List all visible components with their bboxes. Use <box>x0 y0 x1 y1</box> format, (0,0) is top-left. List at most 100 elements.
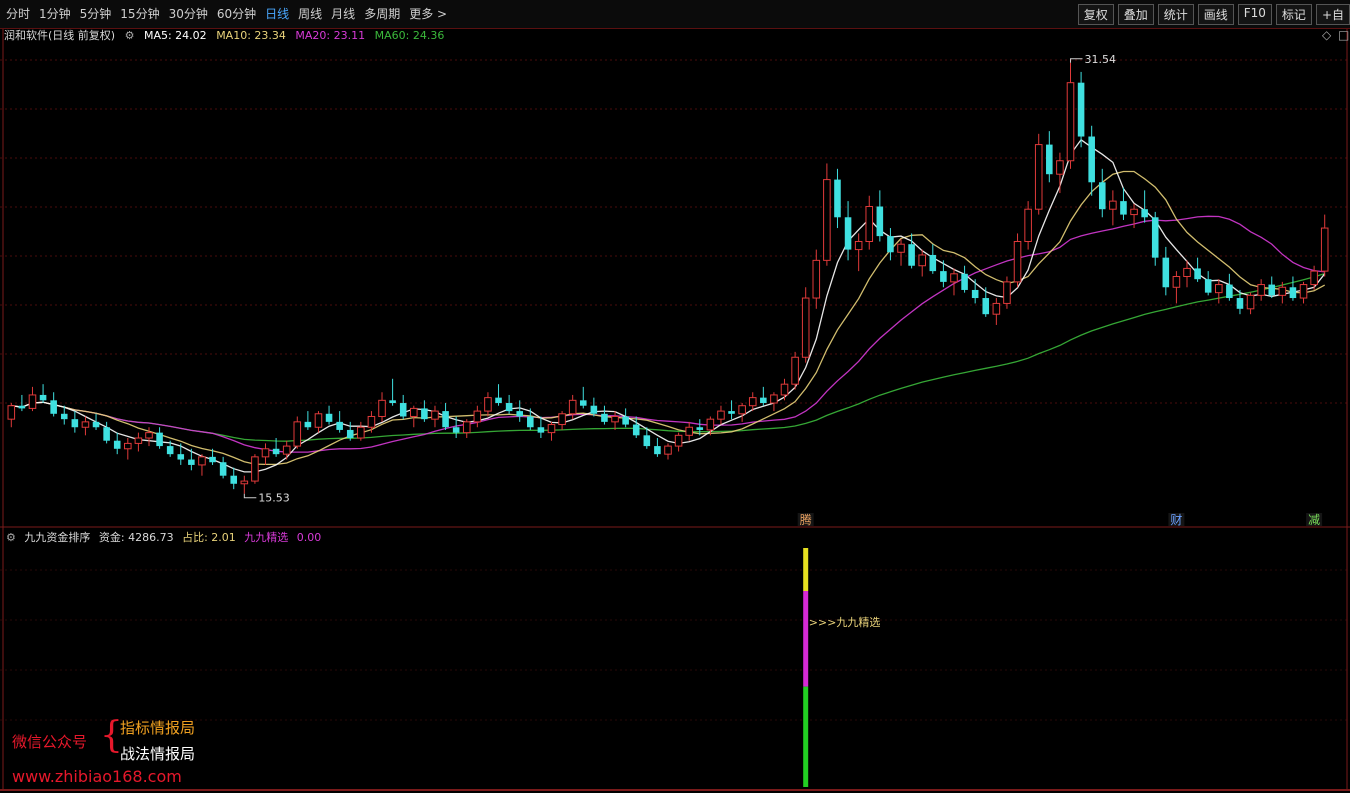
candle-body <box>39 394 47 401</box>
candle-body <box>357 426 365 439</box>
candle-body <box>547 424 556 434</box>
candle-body <box>801 297 810 358</box>
candle-body <box>854 241 863 251</box>
candle-body <box>442 411 449 428</box>
period-tab-6[interactable]: 日线 <box>265 5 289 22</box>
signal-label: >>>九九精选 <box>809 616 881 629</box>
candle <box>801 287 810 363</box>
candle-body <box>876 206 884 237</box>
candle-body <box>1013 241 1022 283</box>
candle-body <box>961 273 968 290</box>
period-tab-10[interactable]: 更多 > <box>409 5 447 22</box>
candle-body <box>431 410 439 420</box>
candle-body <box>60 413 68 420</box>
indicator-name[interactable]: 九九资金排序 <box>24 531 90 544</box>
toolbar-button-1[interactable]: 叠加 <box>1117 4 1154 25</box>
period-tab-8[interactable]: 月线 <box>331 5 355 22</box>
candle-body <box>261 448 270 458</box>
chart-grid <box>0 28 1350 793</box>
period-tab-2[interactable]: 5分钟 <box>80 5 112 22</box>
candle-body <box>992 302 1001 315</box>
chart-canvas[interactable]: 31.54 15.53 腾 财 减 >>>九九精选 <box>0 0 1350 793</box>
watermark-line1: 指标情报局 <box>120 719 196 737</box>
candle <box>1034 133 1043 215</box>
candle-body <box>1034 144 1043 210</box>
candle-body <box>918 254 926 267</box>
candle-body <box>1046 144 1053 175</box>
period-tab-4[interactable]: 30分钟 <box>169 5 208 22</box>
candle-body <box>696 427 704 430</box>
watermark-line2: 战法情报局 <box>120 745 196 763</box>
candle <box>1151 211 1159 266</box>
candle-body <box>484 397 492 412</box>
pick-label: 九九精选 <box>244 531 289 544</box>
candle-body <box>505 403 513 412</box>
candle-body <box>1098 182 1106 210</box>
candle-body <box>1056 160 1064 175</box>
candle-body <box>452 427 460 433</box>
toolbar-button-4[interactable]: F10 <box>1237 4 1272 25</box>
candle-body <box>314 413 323 428</box>
ratio-value: 占比: 2.01 <box>182 531 236 544</box>
toolbar-button-5[interactable]: 标记 <box>1275 4 1312 25</box>
candle-body <box>748 397 757 407</box>
candle-body <box>230 475 238 484</box>
candle-body <box>28 394 37 409</box>
candle-body <box>304 421 312 428</box>
candle-body <box>706 418 715 431</box>
stock-title[interactable]: 润和软件(日线 前复权) <box>4 29 115 42</box>
window-icon[interactable]: □ <box>1338 28 1349 42</box>
candle-body <box>325 413 333 422</box>
candle-body <box>272 448 280 455</box>
candle-body <box>166 446 174 455</box>
candle-body <box>1268 284 1276 296</box>
candle-body <box>156 432 163 447</box>
period-tab-7[interactable]: 周线 <box>298 5 322 22</box>
ma5-value: MA5: 24.02 <box>143 29 207 42</box>
period-tab-0[interactable]: 分时 <box>6 5 30 22</box>
candle-body <box>1130 208 1138 216</box>
candle-body <box>1194 268 1201 280</box>
candle-body <box>664 445 672 455</box>
candle-body <box>7 405 16 420</box>
candle-body <box>516 411 523 417</box>
candle-body <box>908 244 915 266</box>
settings-icon[interactable]: ⚙ <box>6 531 16 544</box>
candle-body <box>1183 267 1191 277</box>
candle-body <box>145 432 153 439</box>
candle-body <box>632 424 640 436</box>
period-tab-9[interactable]: 多周期 <box>364 5 400 22</box>
candle-body <box>558 413 566 426</box>
ma60-value: MA60: 24.36 <box>374 29 445 42</box>
high-label: 31.54 <box>1084 53 1116 66</box>
toolbar-button-6[interactable]: +自 <box>1315 4 1350 25</box>
candle-body <box>770 394 778 404</box>
toolbar-button-0[interactable]: 复权 <box>1077 4 1114 25</box>
candle-body <box>177 454 185 460</box>
candle-body <box>738 405 746 415</box>
candle-body <box>399 403 407 417</box>
toolbar-button-3[interactable]: 画线 <box>1197 4 1234 25</box>
toolbar-buttons: 复权 叠加 统计 画线 F10 标记 +自 <box>1074 4 1350 25</box>
candle-body <box>780 383 789 396</box>
candle-body <box>1215 284 1223 294</box>
candle-body <box>971 289 979 299</box>
candle-body <box>1066 82 1075 162</box>
candle-body <box>568 399 577 415</box>
event-marker-2: 减 <box>1308 513 1320 527</box>
candle-body <box>1172 276 1181 288</box>
period-tab-3[interactable]: 15分钟 <box>120 5 159 22</box>
toolbar-button-2[interactable]: 统计 <box>1157 4 1194 25</box>
settings-icon[interactable]: ⚙ <box>125 29 135 42</box>
candle-body <box>124 442 132 450</box>
diamond-icon[interactable]: ◇ <box>1322 28 1331 42</box>
candle <box>251 454 259 484</box>
candle-body <box>81 421 90 428</box>
candle-body <box>1162 257 1170 288</box>
period-tab-5[interactable]: 60分钟 <box>217 5 256 22</box>
period-tab-1[interactable]: 1分钟 <box>39 5 71 22</box>
candle-body <box>685 426 693 436</box>
candle-body <box>1109 200 1117 210</box>
candle-body <box>209 456 216 463</box>
candle-body <box>1320 227 1329 272</box>
